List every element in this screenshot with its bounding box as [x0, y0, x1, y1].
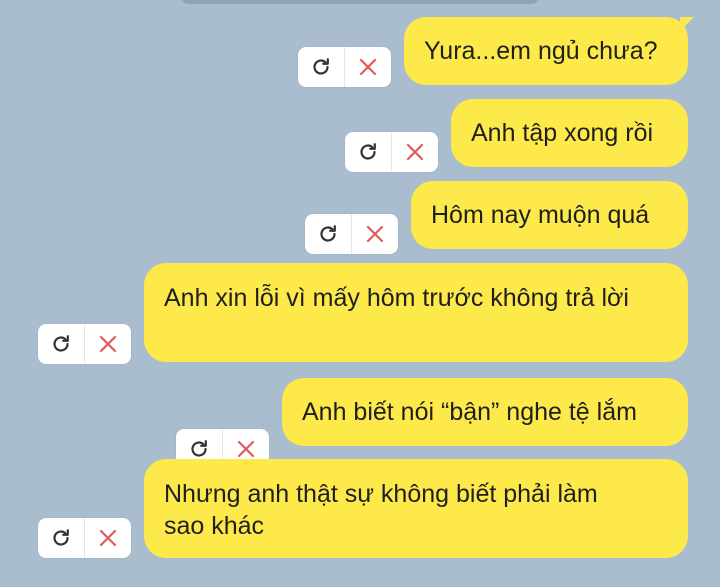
message-row: Yura...em ngủ chưa? — [298, 17, 694, 87]
message-text: Yura...em ngủ chưa? — [424, 37, 658, 65]
retry-icon — [53, 335, 69, 352]
chat-area: Yura...em ngủ chưa? Anh tập xong rồi Hôm… — [0, 0, 720, 587]
message-row: Anh tập xong rồi — [345, 99, 688, 172]
delete-button[interactable] — [344, 47, 391, 87]
message-row: Nhưng anh thật sự không biết phải làm sa… — [38, 459, 688, 558]
message-bubble[interactable]: Yura...em ngủ chưa? — [404, 17, 694, 85]
delete-icon — [366, 225, 384, 243]
retry-icon — [313, 58, 329, 75]
message-bubble[interactable]: Nhưng anh thật sự không biết phải làm sa… — [144, 459, 688, 558]
delete-icon — [359, 58, 377, 76]
failed-message-actions — [38, 324, 131, 364]
message-text: Anh biết nói “bận” nghe tệ lắm — [302, 398, 637, 426]
delete-icon — [406, 143, 424, 161]
message-bubble[interactable]: Hôm nay muộn quá — [411, 181, 688, 249]
failed-message-actions — [305, 214, 398, 254]
message-text: Anh tập xong rồi — [471, 119, 654, 147]
delete-button[interactable] — [391, 132, 438, 172]
message-row: Hôm nay muộn quá — [305, 181, 688, 254]
retry-button[interactable] — [38, 518, 84, 558]
retry-icon — [191, 440, 207, 457]
retry-button[interactable] — [345, 132, 391, 172]
message-bubble[interactable]: Anh tập xong rồi — [451, 99, 688, 167]
failed-message-actions — [298, 47, 391, 87]
message-text: Nhưng anh thật sự không biết phải làm sa… — [164, 480, 598, 540]
retry-button[interactable] — [305, 214, 351, 254]
delete-icon — [237, 440, 255, 458]
message-row: Anh xin lỗi vì mấy hôm trước không trả l… — [38, 263, 688, 364]
delete-icon — [99, 529, 117, 547]
message-text: Hôm nay muộn quá — [431, 201, 650, 229]
failed-message-actions — [345, 132, 438, 172]
retry-button[interactable] — [38, 324, 84, 364]
retry-button[interactable] — [298, 47, 344, 87]
retry-icon — [360, 143, 376, 160]
delete-button[interactable] — [84, 324, 131, 364]
retry-icon — [53, 529, 69, 546]
message-bubble[interactable]: Anh biết nói “bận” nghe tệ lắm — [282, 378, 688, 446]
message-bubble[interactable]: Anh xin lỗi vì mấy hôm trước không trả l… — [144, 263, 688, 362]
message-row: Anh biết nói “bận” nghe tệ lắm — [176, 378, 688, 469]
delete-button[interactable] — [351, 214, 398, 254]
delete-button[interactable] — [84, 518, 131, 558]
delete-icon — [99, 335, 117, 353]
retry-icon — [320, 225, 336, 242]
message-text: Anh xin lỗi vì mấy hôm trước không trả l… — [164, 284, 629, 312]
failed-message-actions — [38, 518, 131, 558]
